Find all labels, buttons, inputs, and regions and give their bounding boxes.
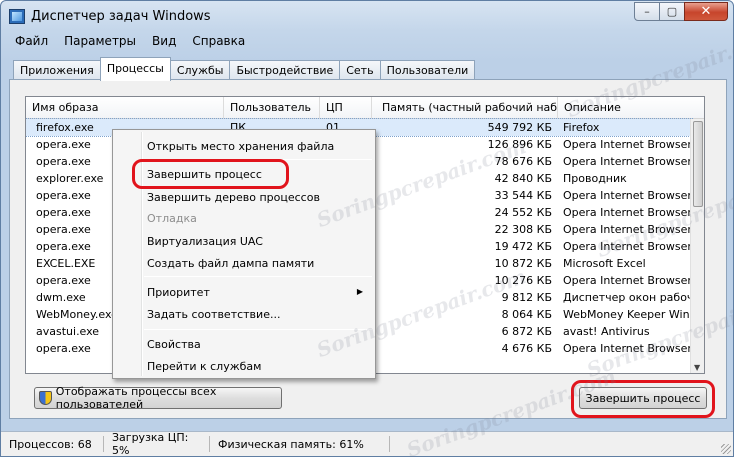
- menu-options[interactable]: Параметры: [56, 33, 144, 51]
- uac-shield-icon: [39, 391, 52, 405]
- menu-priority-label: Приоритет: [147, 286, 210, 299]
- menu-properties[interactable]: Свойства: [115, 334, 373, 355]
- cell-memory: 42 840 КБ: [494, 172, 552, 185]
- status-cpu: Загрузка ЦП: 5%: [104, 431, 210, 457]
- end-process-button-highlight: [571, 380, 715, 418]
- menu-help[interactable]: Справка: [184, 33, 253, 51]
- cell-description: Opera Internet Browser: [563, 240, 691, 253]
- column-description[interactable]: Описание: [558, 97, 704, 119]
- menu-debug: Отладка: [147, 212, 197, 225]
- cell-memory: 8 064 КБ: [501, 308, 552, 321]
- menu-set-affinity[interactable]: Задать соответствие...: [115, 304, 373, 325]
- menu-uac-virtualization[interactable]: Виртуализация UAC: [115, 231, 373, 252]
- caption-buttons: – ▢ ✕: [634, 2, 728, 21]
- task-manager-icon: [9, 9, 25, 24]
- minimize-button[interactable]: –: [634, 2, 660, 21]
- status-processes: Процессов: 68: [1, 436, 104, 452]
- cell-memory: 24 552 КБ: [494, 206, 552, 219]
- column-memory[interactable]: Память (частный рабочий набор): [372, 97, 558, 119]
- cell-memory: 19 472 КБ: [494, 240, 552, 253]
- task-manager-window: Диспетчер задач Windows – ▢ ✕ Файл Парам…: [0, 0, 734, 457]
- cell-description: Opera Internet Browser: [563, 155, 691, 168]
- menu-open-file-location[interactable]: Открыть место хранения файла: [115, 136, 373, 157]
- cell-description: avast! Antivirus: [563, 325, 650, 338]
- status-bar: Процессов: 68 Загрузка ЦП: 5% Физическая…: [1, 431, 733, 457]
- cell-memory: 9 812 КБ: [501, 291, 552, 304]
- cell-memory: 33 544 КБ: [494, 189, 552, 202]
- cell-description: Проводник: [563, 172, 627, 185]
- menu-separator: [144, 276, 372, 277]
- menu-bar: Файл Параметры Вид Справка: [7, 33, 253, 51]
- list-header: Имя образа Пользователь ЦП Память (частн…: [26, 97, 704, 119]
- maximize-button[interactable]: ▢: [659, 2, 685, 21]
- cell-description: Opera Internet Browser: [563, 274, 691, 287]
- menu-end-process-highlight: [132, 159, 289, 189]
- tab-processes[interactable]: Процессы: [99, 57, 171, 81]
- close-button[interactable]: ✕: [684, 2, 728, 21]
- menu-create-dump-file[interactable]: Создать файл дампа памяти: [115, 253, 373, 274]
- menu-view[interactable]: Вид: [144, 33, 184, 51]
- cell-memory: 78 676 КБ: [494, 155, 552, 168]
- menu-file[interactable]: Файл: [7, 33, 56, 51]
- tab-networking[interactable]: Сеть: [339, 60, 381, 80]
- cell-description: Microsoft Excel: [563, 257, 646, 270]
- status-memory: Физическая память: 61%: [210, 436, 390, 452]
- cell-memory: 6 872 КБ: [501, 325, 552, 338]
- cell-description: Диспетчер окон рабочего: [563, 291, 691, 304]
- cell-description: Opera Internet Browser: [563, 342, 691, 355]
- tab-users[interactable]: Пользователи: [379, 60, 476, 80]
- cell-description: Opera Internet Browser: [563, 189, 691, 202]
- cell-description: Firefox: [563, 121, 600, 134]
- submenu-arrow-icon: ▶: [356, 287, 363, 296]
- cell-description: WebMoney Keeper WinPr: [563, 308, 691, 321]
- cell-memory: 22 308 КБ: [494, 223, 552, 236]
- cell-description: Opera Internet Browser: [563, 206, 691, 219]
- scrollbar-thumb[interactable]: [693, 121, 703, 207]
- cell-memory: 4 676 КБ: [501, 342, 552, 355]
- menu-go-to-services[interactable]: Перейти к службам: [115, 356, 373, 377]
- menu-priority[interactable]: Приоритет ▶: [115, 282, 373, 303]
- scroll-down-arrow-icon[interactable]: ▼: [694, 363, 700, 372]
- menu-end-process-tree[interactable]: Завершить дерево процессов: [115, 187, 373, 208]
- tab-strip: Приложения Процессы Службы Быстродействи…: [13, 57, 476, 81]
- window-title: Диспетчер задач Windows: [31, 9, 211, 24]
- tab-services[interactable]: Службы: [169, 60, 231, 80]
- cell-description: Opera Internet Browser: [563, 223, 691, 236]
- cell-memory: 126 896 КБ: [487, 138, 552, 151]
- show-all-users-button[interactable]: Отображать процессы всех пользователей: [34, 385, 282, 411]
- column-user[interactable]: Пользователь: [224, 97, 320, 119]
- cell-memory: 10 276 КБ: [494, 274, 552, 287]
- title-bar[interactable]: Диспетчер задач Windows – ▢ ✕: [1, 1, 733, 31]
- column-cpu[interactable]: ЦП: [320, 97, 372, 119]
- column-image-name[interactable]: Имя образа: [26, 97, 224, 119]
- cell-description: Opera Internet Browser: [563, 138, 691, 151]
- cell-memory: 549 792 КБ: [487, 121, 552, 134]
- menu-separator: [144, 329, 372, 330]
- vertical-scrollbar[interactable]: ▼: [690, 119, 704, 373]
- tab-applications[interactable]: Приложения: [13, 60, 101, 80]
- tab-performance[interactable]: Быстродействие: [229, 60, 341, 80]
- show-all-users-label: Отображать процессы всех пользователей: [55, 385, 217, 411]
- cell-memory: 10 872 КБ: [494, 257, 552, 270]
- resize-grip-icon[interactable]: [721, 444, 731, 454]
